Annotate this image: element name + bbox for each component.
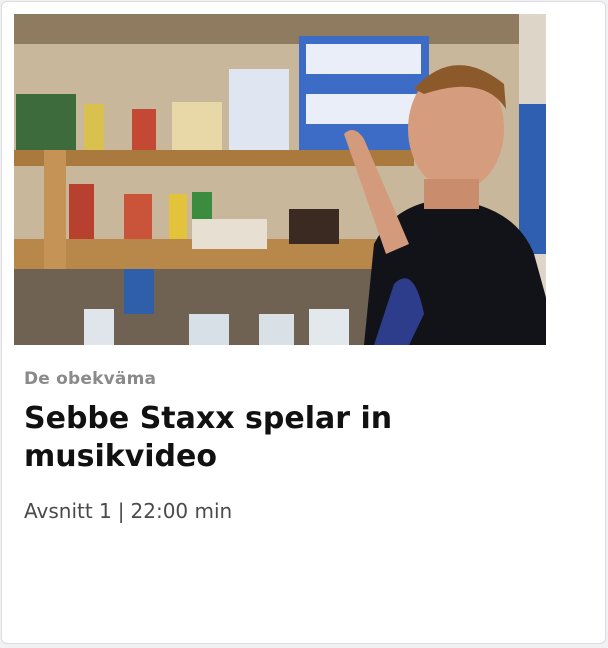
episode-thumbnail[interactable] (14, 14, 546, 345)
program-card[interactable]: De obekväma Sebbe Staxx spelar in musikv… (1, 1, 606, 644)
meta-separator: | (117, 499, 125, 523)
series-name[interactable]: De obekväma (24, 369, 156, 389)
episode-number: Avsnitt 1 (24, 499, 112, 523)
episode-meta: Avsnitt 1 | 22:00 min (24, 499, 232, 523)
episode-title[interactable]: Sebbe Staxx spelar in musikvideo (24, 400, 584, 476)
thumbnail-image (14, 14, 546, 345)
episode-duration: 22:00 min (130, 499, 233, 523)
